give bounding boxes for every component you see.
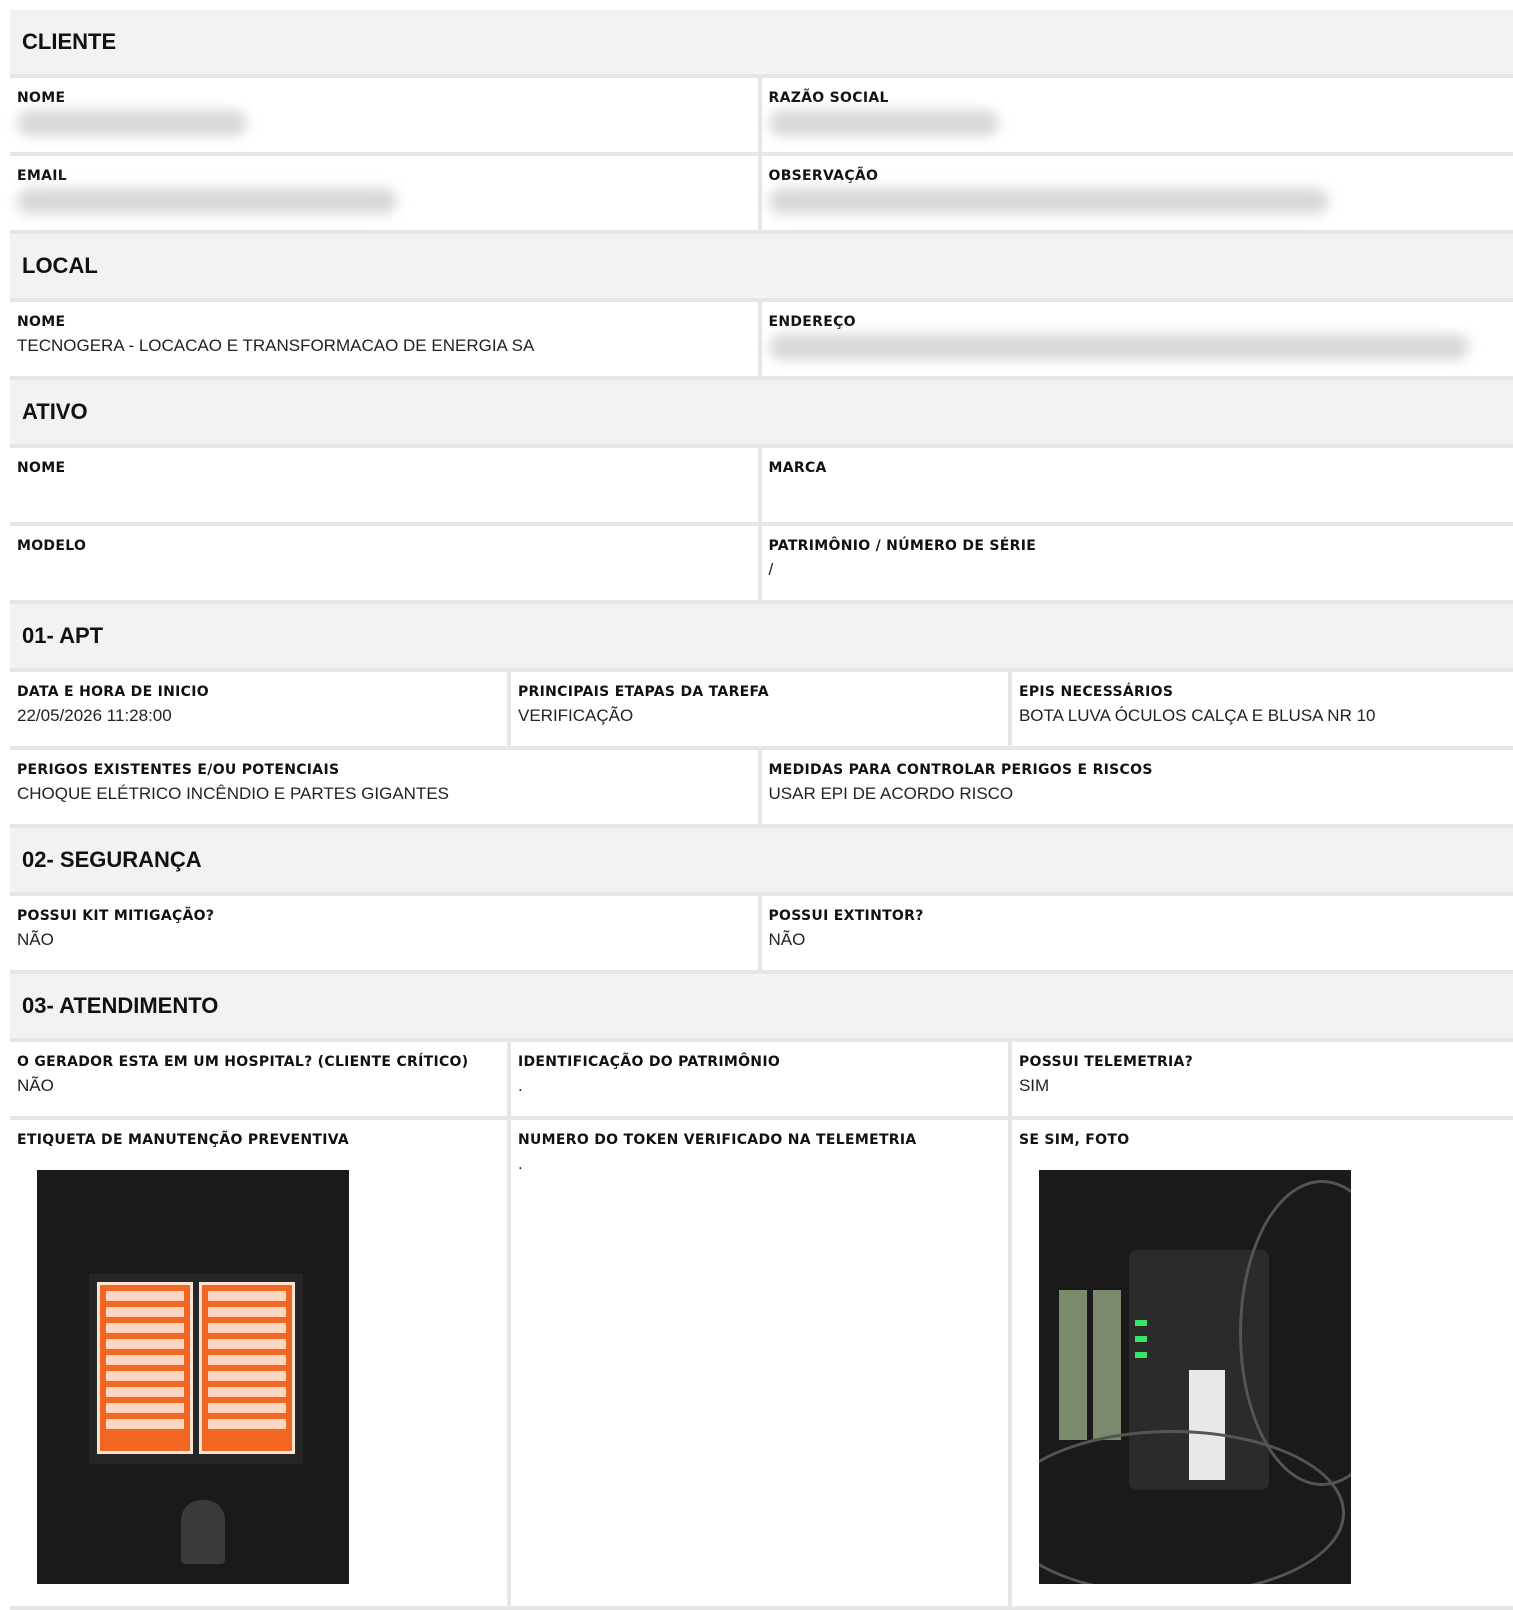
field-label: NOME <box>17 460 751 476</box>
field-label: EPIS NECESSÁRIOS <box>1019 684 1506 700</box>
field-value: CHOQUE ELÉTRICO INCÊNDIO E PARTES GIGANT… <box>17 783 751 805</box>
field-value: SIM <box>1019 1075 1506 1097</box>
report-page: CLIENTE NOME RAZÃO SOCIAL EMAIL OBSERVAÇ… <box>10 10 1513 1610</box>
seguranca-row-1: POSSUI KIT MITIGAÇÃO? NÃO POSSUI EXTINTO… <box>10 896 1513 974</box>
atendimento-row-1: O GERADOR ESTA EM UM HOSPITAL? (CLIENTE … <box>10 1042 1513 1120</box>
field-label: SE SIM, FOTO <box>1019 1132 1506 1148</box>
field-label: PERIGOS EXISTENTES E/OU POTENCIAIS <box>17 762 751 778</box>
field-modelo: MODELO <box>10 526 762 600</box>
field-label: NUMERO DO TOKEN VERIFICADO NA TELEMETRIA <box>518 1132 1001 1148</box>
photo-led <box>1135 1352 1147 1358</box>
field-patrimonio: PATRIMÔNIO / NÚMERO DE SÉRIE / <box>762 526 1513 600</box>
field-value: BOTA LUVA ÓCULOS CALÇA E BLUSA NR 10 <box>1019 705 1506 727</box>
field-cliente-nome: NOME <box>10 78 762 152</box>
apt-row-2: PERIGOS EXISTENTES E/OU POTENCIAIS CHOQU… <box>10 750 1513 828</box>
apt-row-1: DATA E HORA DE INICIO 22/05/2026 11:28:0… <box>10 672 1513 750</box>
section-ativo: ATIVO <box>10 380 1513 448</box>
field-perigos: PERIGOS EXISTENTES E/OU POTENCIAIS CHOQU… <box>10 750 762 824</box>
field-value: NÃO <box>769 929 1507 951</box>
field-etapas: PRINCIPAIS ETAPAS DA TAREFA VERIFICAÇÃO <box>511 672 1012 746</box>
field-hospital: O GERADOR ESTA EM UM HOSPITAL? (CLIENTE … <box>10 1042 511 1116</box>
field-label: POSSUI TELEMETRIA? <box>1019 1054 1506 1070</box>
section-apt: 01- APT <box>10 604 1513 672</box>
field-value: . <box>518 1075 1001 1097</box>
field-label: MARCA <box>769 460 1507 476</box>
section-seguranca: 02- SEGURANÇA <box>10 828 1513 896</box>
field-email: EMAIL <box>10 156 762 230</box>
field-data-inicio: DATA E HORA DE INICIO 22/05/2026 11:28:0… <box>10 672 511 746</box>
maintenance-label-photo[interactable] <box>37 1170 349 1584</box>
field-medidas: MEDIDAS PARA CONTROLAR PERIGOS E RISCOS … <box>762 750 1513 824</box>
photo-sticker <box>97 1282 193 1454</box>
field-label: RAZÃO SOCIAL <box>769 90 1507 106</box>
local-row-1: NOME TECNOGERA - LOCACAO E TRANSFORMACAO… <box>10 302 1513 380</box>
field-value: VERIFICAÇÃO <box>518 705 1001 727</box>
photo-terminal <box>1059 1290 1087 1440</box>
field-label: NOME <box>17 314 751 330</box>
field-label: PRINCIPAIS ETAPAS DA TAREFA <box>518 684 1001 700</box>
photo-led <box>1135 1320 1147 1326</box>
field-label: POSSUI KIT MITIGAÇÃO? <box>17 908 751 924</box>
redacted-value <box>17 188 397 214</box>
field-local-nome: NOME TECNOGERA - LOCACAO E TRANSFORMACAO… <box>10 302 762 376</box>
field-telemetria: POSSUI TELEMETRIA? SIM <box>1012 1042 1513 1116</box>
atendimento-row-2: ETIQUETA DE MANUTENÇÃO PREVENTIVA NUMERO… <box>10 1120 1513 1610</box>
field-token: NUMERO DO TOKEN VERIFICADO NA TELEMETRIA… <box>511 1120 1012 1606</box>
field-label: ENDEREÇO <box>769 314 1507 330</box>
field-extintor: POSSUI EXTINTOR? NÃO <box>762 896 1513 970</box>
field-label: ETIQUETA DE MANUTENÇÃO PREVENTIVA <box>17 1132 500 1148</box>
field-label: NOME <box>17 90 751 106</box>
field-value: USAR EPI DE ACORDO RISCO <box>769 783 1507 805</box>
field-value: NÃO <box>17 929 751 951</box>
field-value: NÃO <box>17 1075 500 1097</box>
field-label: O GERADOR ESTA EM UM HOSPITAL? (CLIENTE … <box>17 1054 500 1070</box>
field-label: MODELO <box>17 538 751 554</box>
field-value: 22/05/2026 11:28:00 <box>17 705 500 727</box>
field-value: / <box>769 559 1507 581</box>
field-value: TECNOGERA - LOCACAO E TRANSFORMACAO DE E… <box>17 335 751 357</box>
field-razao-social: RAZÃO SOCIAL <box>762 78 1513 152</box>
field-ativo-nome: NOME <box>10 448 762 522</box>
field-label: POSSUI EXTINTOR? <box>769 908 1507 924</box>
field-value: . <box>518 1153 1001 1175</box>
field-marca: MARCA <box>762 448 1513 522</box>
field-label: OBSERVAÇÃO <box>769 168 1507 184</box>
redacted-value <box>769 110 999 136</box>
photo-led <box>1135 1336 1147 1342</box>
section-local: LOCAL <box>10 234 1513 302</box>
redacted-value <box>769 334 1469 360</box>
field-epis: EPIS NECESSÁRIOS BOTA LUVA ÓCULOS CALÇA … <box>1012 672 1513 746</box>
field-value <box>17 559 751 581</box>
field-foto: SE SIM, FOTO <box>1012 1120 1513 1606</box>
field-label: MEDIDAS PARA CONTROLAR PERIGOS E RISCOS <box>769 762 1507 778</box>
ativo-row-1: NOME MARCA <box>10 448 1513 526</box>
section-cliente: CLIENTE <box>10 10 1513 78</box>
cliente-row-2: EMAIL OBSERVAÇÃO <box>10 156 1513 234</box>
photo-sticker <box>199 1282 295 1454</box>
field-label: DATA E HORA DE INICIO <box>17 684 500 700</box>
field-label: IDENTIFICAÇÃO DO PATRIMÔNIO <box>518 1054 1001 1070</box>
field-endereco: ENDEREÇO <box>762 302 1513 376</box>
redacted-value <box>17 110 247 136</box>
ativo-row-2: MODELO PATRIMÔNIO / NÚMERO DE SÉRIE / <box>10 526 1513 604</box>
field-value <box>17 481 751 503</box>
telemetry-device-photo[interactable] <box>1039 1170 1351 1584</box>
field-label: EMAIL <box>17 168 751 184</box>
field-value <box>769 481 1507 503</box>
field-label: PATRIMÔNIO / NÚMERO DE SÉRIE <box>769 538 1507 554</box>
field-identificacao: IDENTIFICAÇÃO DO PATRIMÔNIO . <box>511 1042 1012 1116</box>
field-etiqueta: ETIQUETA DE MANUTENÇÃO PREVENTIVA <box>10 1120 511 1606</box>
field-observacao: OBSERVAÇÃO <box>762 156 1513 230</box>
section-atendimento: 03- ATENDIMENTO <box>10 974 1513 1042</box>
field-kit-mitigacao: POSSUI KIT MITIGAÇÃO? NÃO <box>10 896 762 970</box>
photo-terminal <box>1093 1290 1121 1440</box>
cliente-row-1: NOME RAZÃO SOCIAL <box>10 78 1513 156</box>
photo-knob <box>181 1500 225 1564</box>
redacted-value <box>769 188 1329 214</box>
